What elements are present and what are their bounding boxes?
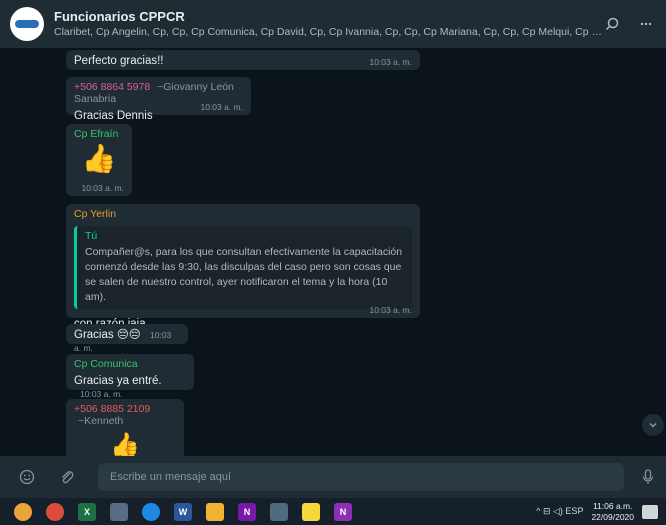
- message-input-placeholder: Escribe un mensaje aquí: [110, 471, 232, 483]
- chat-header[interactable]: Funcionarios CPPCR Claribet, Cp Angelin,…: [0, 0, 666, 48]
- chevron-down-icon: [649, 422, 657, 428]
- message-time: 10:03 a. m.: [80, 389, 123, 399]
- message-text: Gracias 😔😔: [74, 329, 141, 341]
- quote-author: Tú: [85, 230, 98, 242]
- message-sender: +506 8885 2109 ~Kenneth: [74, 403, 176, 427]
- message-time: 10:03 a. m.: [200, 102, 243, 112]
- message-bubble[interactable]: +506 8885 2109 ~Kenneth 👍: [66, 399, 184, 456]
- sender-phone: +506 8885 2109: [74, 403, 151, 415]
- taskbar-date: 22/09/2020: [591, 511, 634, 522]
- message-time: 10:03 a. m.: [81, 183, 124, 193]
- word-icon[interactable]: W: [174, 502, 192, 521]
- calculator-icon[interactable]: [270, 502, 288, 521]
- sticky-notes-icon[interactable]: [302, 502, 320, 521]
- message-bubble[interactable]: +506 8864 5978 ~Giovanny León Sanabria G…: [66, 77, 251, 122]
- quoted-message[interactable]: Tú Compañer@s, para los que consultan ef…: [74, 226, 412, 309]
- file-explorer-icon[interactable]: [206, 502, 224, 521]
- participants-list: Claribet, Cp Angelin, Cp, Cp, Cp Comunic…: [54, 25, 604, 38]
- message-text: Perfecto gracias!!: [74, 55, 164, 67]
- sender-alias: ~Kenneth: [78, 415, 124, 427]
- message-time: 10:03 a. m.: [369, 305, 412, 315]
- message-text: Gracias ya entré.: [74, 375, 162, 387]
- message-bubble[interactable]: Gracias 😔😔 10:03 a. m.: [66, 324, 188, 353]
- message-bubble[interactable]: Cp Yerlin Tú Compañer@s, para los que co…: [66, 204, 420, 330]
- tray-icons[interactable]: ^ ⊟ ◁) ESP: [536, 506, 583, 517]
- message-sender: Cp Yerlin: [74, 208, 117, 220]
- notifications-icon[interactable]: [642, 504, 658, 519]
- message-bubble[interactable]: Cp Comunica Gracias ya entré. 10:03 a. m…: [66, 354, 194, 399]
- message-sender: Cp Comunica: [74, 358, 138, 370]
- quote-text: Compañer@s, para los que consultan efect…: [85, 246, 403, 303]
- message-list[interactable]: Perfecto gracias!! 10:03 a. m. +506 8864…: [0, 48, 666, 456]
- excel-icon[interactable]: X: [78, 502, 96, 521]
- sender-phone: +506 8864 5978: [74, 81, 151, 93]
- microphone-icon[interactable]: [636, 464, 660, 490]
- edge-icon[interactable]: [142, 502, 160, 521]
- thumbs-up-sticker: 👍: [81, 143, 117, 174]
- message-composer: Escribe un mensaje aquí: [0, 456, 666, 498]
- message-input[interactable]: Escribe un mensaje aquí: [98, 463, 624, 491]
- group-logo: [15, 20, 39, 28]
- scroll-down-button[interactable]: [642, 414, 664, 436]
- chrome-icon[interactable]: [46, 502, 64, 521]
- chat-title: Funcionarios CPPCR: [54, 8, 185, 24]
- group-avatar[interactable]: [10, 7, 44, 41]
- message-bubble[interactable]: Perfecto gracias!! 10:03 a. m.: [66, 50, 420, 70]
- onenote-icon[interactable]: N: [238, 502, 256, 521]
- system-tray: ^ ⊟ ◁) ESP 11:06 a.m. 22/09/2020: [536, 501, 666, 523]
- search-icon[interactable]: [598, 10, 626, 38]
- taskbar-time: 11:06 a.m.: [592, 500, 633, 511]
- taskbar-clock[interactable]: 11:06 a.m. 22/09/2020: [591, 501, 634, 523]
- onenote-alt-icon[interactable]: N: [334, 502, 352, 521]
- windows-taskbar: X W N N ^ ⊟ ◁) ESP 11:06 a.m. 22/09/2020: [0, 498, 666, 525]
- thumbs-up-sticker: 👍: [110, 432, 140, 456]
- more-vertical-icon[interactable]: [632, 10, 660, 38]
- paperclip-icon[interactable]: [54, 464, 80, 490]
- header-text: Funcionarios CPPCR Claribet, Cp Angelin,…: [54, 8, 604, 40]
- app-icon[interactable]: [110, 502, 128, 521]
- emoji-icon[interactable]: [14, 464, 40, 490]
- message-time: 10:03 a. m.: [369, 57, 412, 67]
- start-app-icon[interactable]: [14, 502, 32, 521]
- message-bubble[interactable]: Cp Efraín 👍 10:03 a. m.: [66, 124, 132, 196]
- message-sender: Cp Efraín: [74, 128, 119, 140]
